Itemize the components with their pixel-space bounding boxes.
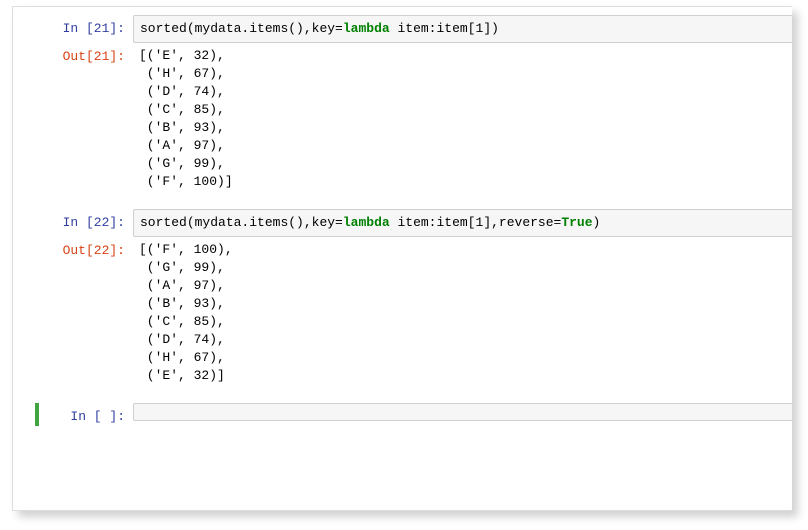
code-token: ) [593,215,601,230]
lambda-keyword: lambda [343,21,390,36]
cell-in-22: In [22]: sorted(mydata.items(),key=lambd… [13,209,792,237]
cell-out-21: Out[21]: [('E', 32), ('H', 67), ('D', 74… [13,43,792,199]
prompt-out-21: Out[21]: [13,43,133,66]
code-token: ],reverse= [483,215,561,230]
code-token: item:item[ [390,215,476,230]
lambda-keyword: lambda [343,215,390,230]
prompt-out-22: Out[22]: [13,237,133,260]
prompt-in-empty: In [ ]: [39,403,133,426]
cell-out-22: Out[22]: [('F', 100), ('G', 99), ('A', 9… [13,237,792,393]
true-keyword: True [561,215,592,230]
screenshot-canvas: In [21]: sorted(mydata.items(),key=lambd… [0,0,808,530]
prompt-in-22: In [22]: [13,209,133,232]
code-token: ( [187,215,195,230]
cell-spacer [13,393,792,403]
prompt-in-21: In [21]: [13,15,133,38]
code-input-21[interactable]: sorted(mydata.items(),key=lambda item:it… [133,15,792,43]
code-token: mydata.items(),key= [195,21,343,36]
code-token: sorted [140,215,187,230]
code-token: ( [187,21,195,36]
output-21: [('E', 32), ('H', 67), ('D', 74), ('C', … [133,43,792,199]
notebook-panel: In [21]: sorted(mydata.items(),key=lambd… [12,6,792,511]
code-input-empty[interactable] [133,403,792,421]
cell-spacer [13,199,792,209]
code-token: item:item[ [390,21,476,36]
code-token: mydata.items(),key= [195,215,343,230]
cell-in-21: In [21]: sorted(mydata.items(),key=lambd… [13,15,792,43]
cell-in-empty-selected: In [ ]: [35,403,792,426]
output-22: [('F', 100), ('G', 99), ('A', 97), ('B',… [133,237,792,393]
code-input-22[interactable]: sorted(mydata.items(),key=lambda item:it… [133,209,792,237]
code-token: ]) [483,21,499,36]
code-token: sorted [140,21,187,36]
